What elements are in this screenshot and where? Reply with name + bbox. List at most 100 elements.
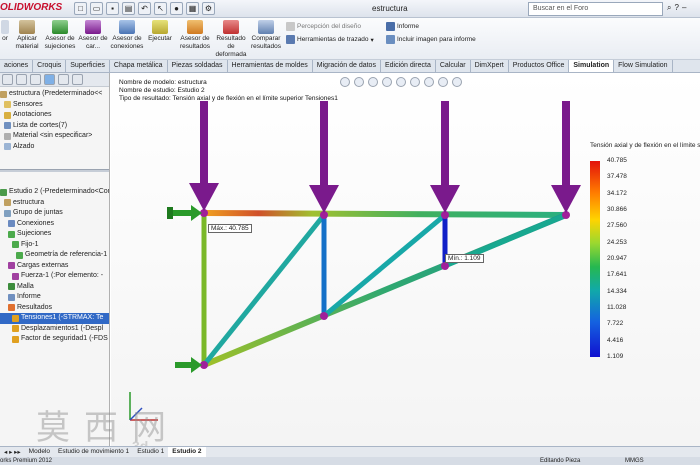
- tree-item[interactable]: Fuerza-1 (:Por elemento: -: [0, 271, 109, 282]
- top-chord-member[interactable]: [203, 210, 567, 218]
- tab-0[interactable]: aciones: [0, 60, 34, 72]
- options-icon[interactable]: ⚙: [202, 2, 215, 15]
- open-icon[interactable]: ▭: [90, 2, 103, 15]
- design-insight-icon: [286, 22, 295, 31]
- simulation-study-tree: Estudio 2 (-Predeterminado<Com estructura…: [0, 187, 109, 345]
- tree-item[interactable]: Lista de cortes(7): [0, 121, 109, 132]
- tree-item[interactable]: Sensores: [0, 100, 109, 111]
- tab-6[interactable]: Migración de datos: [313, 60, 381, 72]
- tree-node-icon: [4, 209, 11, 217]
- run-button[interactable]: Ejecutar: [146, 20, 174, 43]
- tree-item[interactable]: estructura: [0, 198, 109, 209]
- compare-results-button[interactable]: Comparar resultados: [250, 20, 282, 51]
- tree-item[interactable]: Tensiones1 (-STRMAX: Te: [0, 313, 109, 324]
- tree-item[interactable]: Geometría de referencia-1: [0, 250, 109, 261]
- print-icon[interactable]: ▤: [122, 2, 135, 15]
- loads-advisor-button[interactable]: Asesor de car...: [78, 20, 108, 51]
- tree-item[interactable]: Fijo-1: [0, 240, 109, 251]
- tree-item-label: Malla: [17, 282, 34, 290]
- connections-advisor-button[interactable]: Asesor de conexiones: [110, 20, 144, 51]
- tree-node-icon: [4, 111, 11, 119]
- tab-11[interactable]: Simulation: [569, 60, 615, 72]
- tree-item[interactable]: Alzado: [0, 142, 109, 153]
- study-tabs: ◂ ▸ ▸▸ Modelo Estudio de movimiento 1 Estud…: [0, 446, 700, 457]
- new-icon[interactable]: □: [74, 2, 87, 15]
- study-tab-3[interactable]: Estudio 2: [168, 447, 206, 457]
- fixture-icon: [52, 20, 68, 34]
- tree-item[interactable]: Informe: [0, 292, 109, 303]
- feature-tree-icon[interactable]: [2, 74, 13, 85]
- tab-8[interactable]: Calcular: [436, 60, 471, 72]
- study-tab-2[interactable]: Estudio 1: [133, 447, 168, 457]
- tree-node-icon: [4, 122, 11, 130]
- connection-icon: [119, 20, 135, 34]
- joint-node[interactable]: [441, 262, 449, 270]
- panel-arrow-icon[interactable]: [72, 74, 83, 85]
- tree-item-label: Anotaciones: [13, 111, 52, 118]
- file-properties-icon[interactable]: ▦: [186, 2, 199, 15]
- fixtures-advisor-button[interactable]: Asesor de sujeciones: [44, 20, 76, 51]
- tree-item-label: estructura: [13, 198, 45, 206]
- tab-4[interactable]: Piezas soldadas: [168, 60, 228, 72]
- property-manager-icon[interactable]: [16, 74, 27, 85]
- tab-12[interactable]: Flow Simulation: [614, 60, 673, 72]
- diagonal-member-2[interactable]: [322, 213, 447, 318]
- minimize-icon[interactable]: –: [682, 3, 686, 13]
- tree-item-label: Fuerza-1 (:Por elemento: -: [21, 272, 104, 279]
- tree-item[interactable]: Sujeciones: [0, 229, 109, 240]
- plot-tools-button[interactable]: Herramientas de trazado ▾: [286, 35, 374, 44]
- tree-item[interactable]: Factor de seguridad1 (-FDS: [0, 334, 109, 345]
- tab-10[interactable]: Productos Office: [509, 60, 570, 72]
- display-manager-icon[interactable]: [58, 74, 69, 85]
- tree-item-label: Alzado: [13, 142, 35, 150]
- joint-node[interactable]: [320, 312, 328, 320]
- study-tab-0[interactable]: Modelo: [25, 447, 54, 457]
- tab-1[interactable]: Croquis: [33, 60, 67, 72]
- include-image-button[interactable]: Incluir imagen para informe: [386, 35, 476, 44]
- design-insight-button[interactable]: Percepción del diseño: [286, 22, 361, 31]
- tree-node-icon: [16, 251, 23, 259]
- tab-9[interactable]: DimXpert: [471, 60, 509, 72]
- fixture-arrows[interactable]: [167, 205, 202, 373]
- partial-button[interactable]: or: [0, 20, 10, 43]
- report-button[interactable]: Informe: [386, 22, 419, 31]
- tree-node-icon: [8, 304, 15, 312]
- tree-item[interactable]: Malla: [0, 282, 109, 293]
- tree-item[interactable]: Cargas externas: [0, 261, 109, 272]
- tree-item[interactable]: Desplazamientos1 (-Despl: [0, 324, 109, 335]
- tab-3[interactable]: Chapa metálica: [110, 60, 168, 72]
- undo-icon[interactable]: ↶: [138, 2, 151, 15]
- apply-material-button[interactable]: Aplicar material: [12, 20, 42, 51]
- tree-item[interactable]: estructura (Predeterminado<<: [0, 89, 109, 100]
- search-go-icon[interactable]: ⌕: [667, 3, 671, 13]
- rebuild-icon[interactable]: ●: [170, 2, 183, 15]
- tree-item[interactable]: Estudio 2 (-Predeterminado<Com: [0, 187, 109, 198]
- tree-item[interactable]: Material <sin especificar>: [0, 131, 109, 142]
- results-advisor-button[interactable]: Asesor de resultados: [178, 20, 212, 51]
- tree-item[interactable]: Anotaciones: [0, 110, 109, 121]
- tab-2[interactable]: Superficies: [66, 60, 110, 72]
- feature-manager-panel: estructura (Predeterminado<< Sensores Anot…: [0, 73, 110, 456]
- study-tab-1[interactable]: Estudio de movimiento 1: [54, 447, 133, 457]
- help-icon[interactable]: ?: [674, 3, 678, 13]
- tab-7[interactable]: Edición directa: [381, 60, 436, 72]
- save-icon[interactable]: ▪: [106, 2, 119, 15]
- search-input[interactable]: Buscar en el Foro: [528, 2, 663, 16]
- tree-node-icon: [8, 220, 15, 228]
- configuration-icon[interactable]: [30, 74, 41, 85]
- tree-item[interactable]: Grupo de juntas: [0, 208, 109, 219]
- tab-5[interactable]: Herramientas de moldes: [228, 60, 313, 72]
- stress-legend[interactable]: Tensión axial y de flexión en el límite …: [590, 142, 700, 360]
- tab-scroll-arrows[interactable]: ◂ ▸ ▸▸: [0, 447, 25, 457]
- deformed-result-button[interactable]: Resultado de deformada: [214, 20, 248, 59]
- select-icon[interactable]: ↖: [154, 2, 167, 15]
- tree-item[interactable]: Conexiones: [0, 219, 109, 230]
- status-units[interactable]: MMGS: [625, 457, 644, 465]
- load-arrows[interactable]: [189, 101, 581, 213]
- quick-access-toolbar: □ ▭ ▪ ▤ ↶ ↖ ● ▦ ⚙: [74, 2, 215, 15]
- graphics-viewport[interactable]: Nombre de modelo: estructura Nombre de e…: [111, 73, 700, 446]
- window-controls: ⌕ ? –: [667, 3, 686, 13]
- panel-splitter[interactable]: [0, 168, 109, 173]
- tree-item[interactable]: Resultados: [0, 303, 109, 314]
- dimxpert-icon[interactable]: [44, 74, 55, 85]
